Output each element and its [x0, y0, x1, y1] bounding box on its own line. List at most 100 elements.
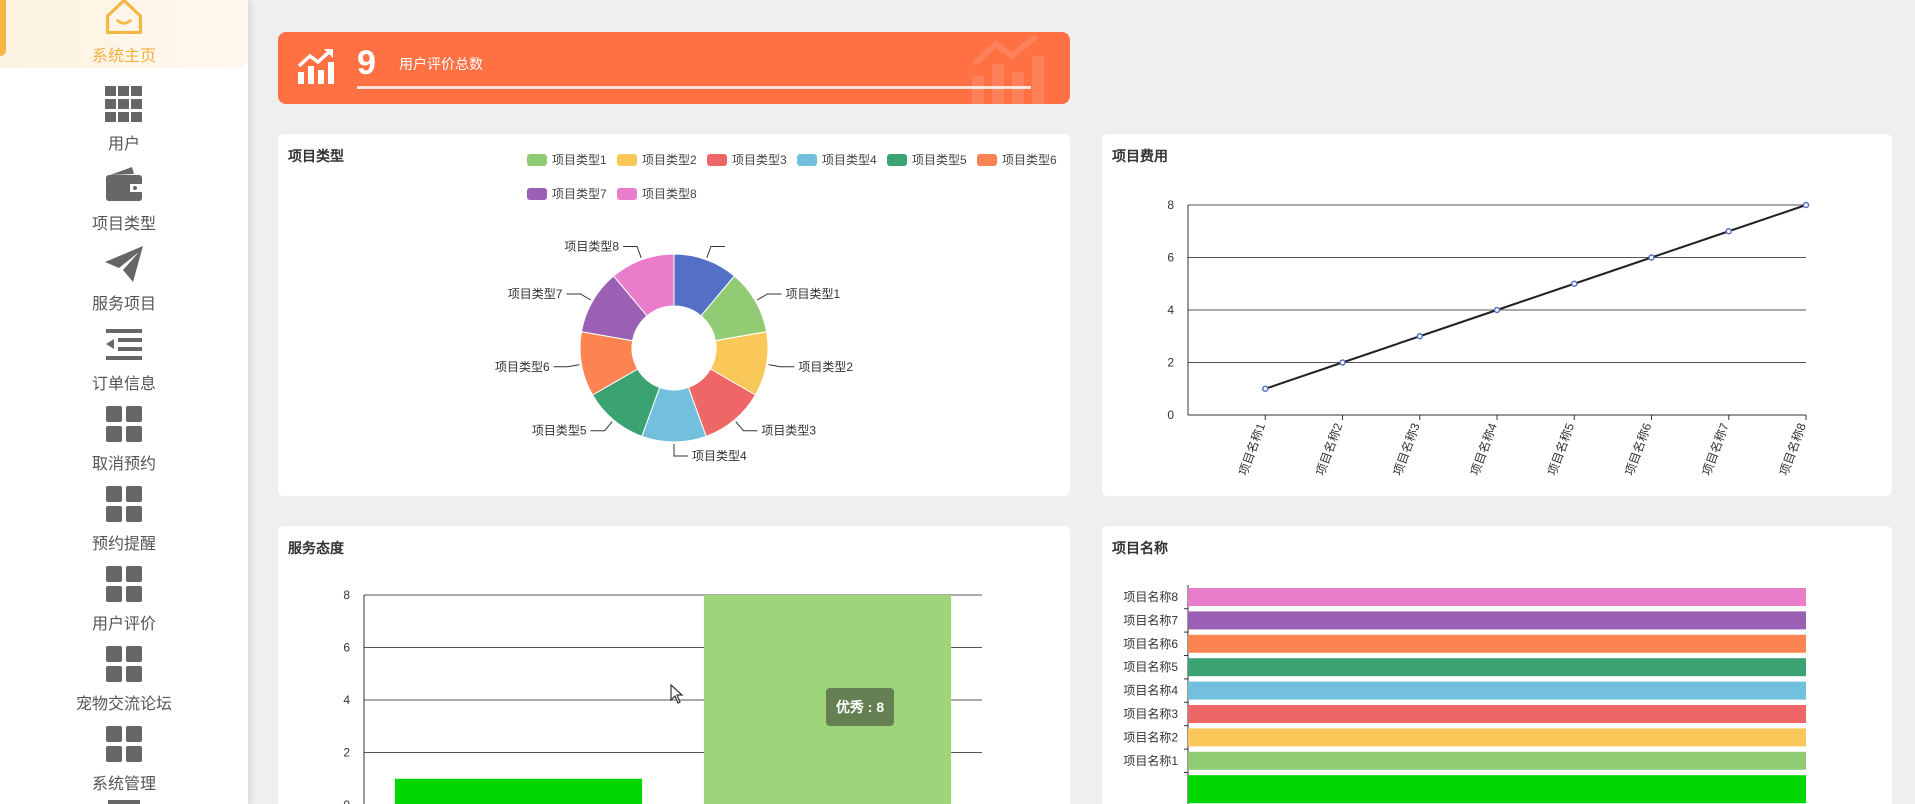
dashboard-icon	[103, 644, 145, 684]
bar	[1188, 681, 1806, 700]
stat-label: 用户评价总数	[399, 56, 483, 72]
bar	[1188, 634, 1806, 653]
x-tick-label: 项目名称7	[1699, 421, 1732, 478]
slice-label-leader	[553, 364, 580, 368]
y-tick-label: 项目名称7	[1123, 612, 1178, 627]
tooltip: 优秀 : 8	[826, 688, 894, 726]
sidebar-item-system[interactable]: 系统管理	[0, 720, 248, 796]
y-tick-label: 0	[343, 798, 350, 804]
slice-label: 项目类型7	[508, 287, 563, 301]
home-icon	[103, 0, 145, 36]
project-name-panel: 项目名称 项目名称8 项目名称7 项目名称6 项目名称5 项目名称4 项目名称3 项目名称2…	[1102, 526, 1892, 804]
bar	[1188, 751, 1806, 770]
data-point	[1493, 306, 1501, 314]
data-point	[1802, 201, 1810, 209]
sidebar-item-label: 用户	[107, 136, 140, 153]
sidebar-item-reminder[interactable]: 预约提醒	[0, 480, 248, 556]
service-attitude-panel: 服务态度 02468优秀 : 8	[278, 526, 1070, 804]
y-tick-label: 项目名称5	[1123, 659, 1178, 674]
sidebar-item-users[interactable]: 用户	[0, 80, 248, 156]
sidebar-item-forum[interactable]: 宠物交流论坛	[0, 640, 248, 716]
slice-label-leader	[623, 246, 642, 258]
bar-chart: 0 2 4 6 8 优秀 : 8	[343, 588, 982, 804]
y-tick-label: 0	[1167, 408, 1174, 422]
sidebar-item-orders[interactable]: 订单信息	[0, 320, 248, 396]
slice-label-leader	[756, 293, 782, 301]
bar	[1188, 775, 1806, 804]
bar	[1188, 705, 1806, 723]
y-tick-label: 项目名称4	[1123, 683, 1178, 698]
list-indent-icon	[103, 324, 145, 364]
sidebar-item-label: 预约提醒	[91, 536, 156, 553]
bar	[1188, 728, 1806, 747]
x-tick-label: 项目名称2	[1313, 421, 1346, 478]
slice-label: 项目类型3	[761, 424, 816, 438]
slice-label: 项目类型4	[692, 449, 747, 463]
data-point	[1648, 254, 1655, 261]
dashboard-icon	[103, 484, 145, 524]
sidebar-item-label: 宠物交流论坛	[75, 696, 172, 713]
y-tick-label: 项目名称2	[1123, 729, 1178, 744]
sidebar-item-project-type[interactable]: 项目类型	[0, 160, 248, 236]
y-tick-label: 2	[343, 746, 350, 760]
x-tick-label: 项目名称6	[1622, 421, 1655, 478]
y-tick-label: 4	[1167, 303, 1174, 317]
slice-label-leader	[735, 421, 758, 432]
slice-label-leader	[566, 293, 592, 301]
bar	[1188, 588, 1806, 606]
data-point	[1725, 228, 1732, 235]
sidebar-item-home[interactable]: 系统主页	[0, 0, 248, 68]
sidebar-item-label: 项目类型	[91, 216, 156, 233]
slice-label: 项目类型1	[786, 287, 841, 301]
sidebar-item-reviews[interactable]: 用户评价	[0, 560, 248, 636]
data-point	[1416, 333, 1423, 340]
slice-label-leader	[706, 246, 725, 258]
y-tick-label: 8	[343, 588, 350, 602]
data-point	[1571, 280, 1578, 287]
slice-label: 项目类型2	[798, 360, 853, 374]
slice-label: 项目类型5	[532, 424, 587, 438]
trend-chart-watermark-icon	[968, 33, 1048, 104]
donut-chart: 项目类型1 项目类型2 项目类型3 项目类型4 项目类型5 项目类型6 项目类型7 项目类型8	[495, 240, 853, 463]
sidebar-item-label: 系统主页	[91, 48, 156, 65]
y-tick-label: 6	[1167, 251, 1174, 265]
series-line	[1264, 204, 1807, 390]
project-cost-panel: 项目费用 0 2 4 6 8 项目名称1 项目名称2 项目名称3 项目名称4 项目名称5 项目名称6…	[1102, 134, 1892, 496]
sidebar-item-label: 系统管理	[91, 776, 156, 793]
horizontal-bar-chart: 项目名称8 项目名称7 项目名称6 项目名称5 项目名称4 项目名称3 项目名称2 项目名称1	[1123, 585, 1806, 804]
wallet-icon	[103, 164, 145, 204]
bar	[1188, 658, 1806, 677]
sidebar-item-label: 订单信息	[91, 376, 156, 393]
bar	[1188, 611, 1806, 630]
y-tick-label: 项目名称3	[1123, 706, 1178, 721]
y-tick-label: 4	[343, 693, 350, 707]
send-icon	[103, 244, 145, 284]
stat-card: 9 用户评价总数	[278, 32, 1070, 104]
sidebar: 系统主页 用户 项目类型 服务项目 订单信息 取消预约 预约提醒 用户评价 宠物…	[0, 0, 248, 804]
tooltip-text: 优秀 : 8	[836, 699, 884, 715]
sidebar-item-cancel[interactable]: 取消预约	[0, 400, 248, 476]
slice-label: 项目类型8	[564, 240, 619, 254]
data-point	[1262, 385, 1269, 392]
bar	[394, 778, 643, 804]
dashboard-icon	[103, 724, 145, 764]
slice-label-leader	[590, 421, 613, 432]
line-chart: 0 2 4 6 8 项目名称1 项目名称2 项目名称3 项目名称4 项目名称5 项目名称6 项目名称7…	[1167, 198, 1810, 478]
sidebar-item-label: 取消预约	[91, 456, 156, 473]
y-tick-label: 项目名称8	[1123, 589, 1178, 604]
sidebar-item-label: 服务项目	[91, 296, 156, 313]
grid-icon	[103, 84, 145, 124]
stat-value: 9	[357, 44, 376, 82]
slice-label: 项目类型6	[495, 360, 550, 374]
sidebar-item-label: 用户评价	[91, 616, 156, 633]
stat-underline	[357, 86, 1031, 89]
x-tick-label: 项目名称5	[1544, 421, 1577, 478]
trend-chart-icon	[296, 46, 336, 91]
dashboard-icon	[103, 564, 145, 604]
x-tick-label: 项目名称1	[1235, 421, 1268, 478]
sidebar-next-icon-partial	[108, 800, 140, 804]
y-tick-label: 6	[343, 641, 350, 655]
sidebar-item-service[interactable]: 服务项目	[0, 240, 248, 316]
x-tick-label: 项目名称4	[1467, 421, 1500, 478]
y-tick-label: 2	[1167, 356, 1174, 370]
